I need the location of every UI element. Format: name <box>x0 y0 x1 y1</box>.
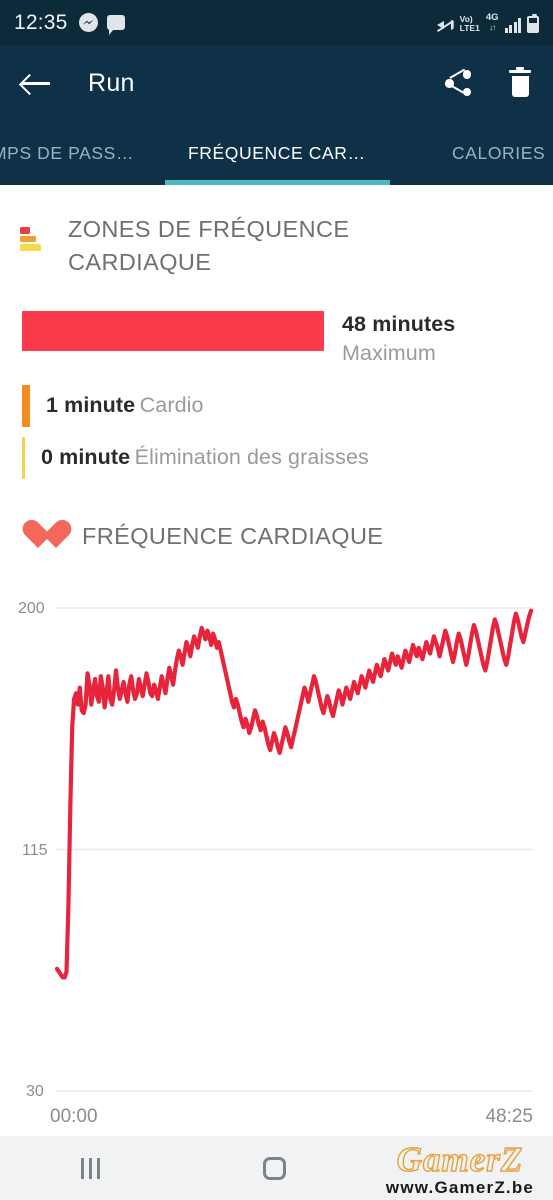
x-axis-tick-end: 48:25 <box>485 1106 533 1127</box>
chat-icon <box>106 15 125 35</box>
chart-gridlines <box>55 607 533 1092</box>
messenger-icon <box>78 13 98 32</box>
tab-frequence-cardiaque[interactable]: FRÉQUENCE CAR… <box>188 143 366 164</box>
network-label: 4G <box>485 11 499 23</box>
battery-icon <box>527 13 539 33</box>
zone-row-fat-burn: 0 minute Élimination des graisses <box>22 437 553 479</box>
content-area: ZONES DE FRÉQUENCE CARDIAQUE 48 minutes … <box>0 185 553 1200</box>
y-axis-tick-115: 115 <box>22 842 48 859</box>
zone-name-fat-burn: Élimination des graisses <box>134 445 369 469</box>
recents-icon[interactable] <box>81 1157 101 1179</box>
app-bar: Run <box>0 45 553 121</box>
heart-rate-chart-svg <box>54 607 534 1092</box>
status-bar-notification-icons <box>78 13 125 35</box>
share-icon[interactable] <box>445 68 471 96</box>
zone-value-maximum: 48 minutes <box>342 312 456 336</box>
status-bar: 12:35 Vo) LTE1 4G ↓↑ <box>0 0 553 45</box>
phone-screenshot: 12:35 Vo) LTE1 4G ↓↑ Run MPS DE PASS… FR… <box>0 0 553 1200</box>
zone-bar-maximum <box>22 311 324 351</box>
zone-name-maximum: Maximum <box>342 341 436 365</box>
volte-label-bottom: LTE1 <box>459 22 480 33</box>
zone-bar-cardio <box>22 385 30 427</box>
status-bar-system-icons: Vo) LTE1 4G ↓↑ <box>436 11 539 33</box>
heart-rate-zones-list: 48 minutes Maximum 1 minute Cardio 0 min… <box>0 279 553 479</box>
back-arrow-icon[interactable] <box>22 71 52 95</box>
zone-label-fat-burn: 0 minute Élimination des graisses <box>41 445 369 470</box>
data-arrows: ↓↑ <box>489 22 496 32</box>
zone-label-cardio: 1 minute Cardio <box>46 393 204 418</box>
tab-bar: MPS DE PASS… FRÉQUENCE CAR… CALORIES <box>0 121 553 185</box>
mute-icon <box>436 18 454 33</box>
signal-icon <box>504 17 521 33</box>
zone-value-cardio: 1 minute <box>46 393 136 417</box>
tab-temps-de-passage[interactable]: MPS DE PASS… <box>0 143 134 164</box>
back-icon[interactable] <box>449 1157 472 1180</box>
zone-bar-fat-burn <box>22 437 25 479</box>
x-axis-tick-start: 00:00 <box>50 1106 98 1127</box>
zones-section-header: ZONES DE FRÉQUENCE CARDIAQUE <box>0 185 553 279</box>
heart-icon <box>22 521 56 551</box>
trash-icon[interactable] <box>509 66 531 97</box>
heart-rate-chart: 200 115 30 00:00 48:25 <box>0 583 553 1127</box>
stacked-bars-icon <box>18 225 44 251</box>
heart-rate-section-title: FRÉQUENCE CARDIAQUE <box>82 522 384 549</box>
heart-rate-section-header: FRÉQUENCE CARDIAQUE <box>0 483 553 551</box>
status-bar-time: 12:35 <box>14 10 68 34</box>
y-axis-tick-200: 200 <box>18 600 45 617</box>
zone-row-cardio: 1 minute Cardio <box>22 385 553 427</box>
android-navigation-bar <box>0 1136 553 1200</box>
zone-name-cardio: Cardio <box>139 393 204 417</box>
tab-calories[interactable]: CALORIES <box>452 143 545 164</box>
page-title: Run <box>88 68 135 97</box>
zone-value-fat-burn: 0 minute <box>41 445 131 469</box>
4g-icon: 4G ↓↑ <box>485 11 499 33</box>
zone-row-maximum: 48 minutes Maximum <box>22 311 553 367</box>
home-icon[interactable] <box>262 1156 286 1180</box>
zone-label-maximum: 48 minutes Maximum <box>342 311 455 367</box>
y-axis-tick-30: 30 <box>26 1083 44 1100</box>
volte-icon: Vo) LTE1 <box>459 14 480 33</box>
zones-section-title: ZONES DE FRÉQUENCE CARDIAQUE <box>68 216 350 275</box>
heart-rate-line <box>54 608 534 980</box>
